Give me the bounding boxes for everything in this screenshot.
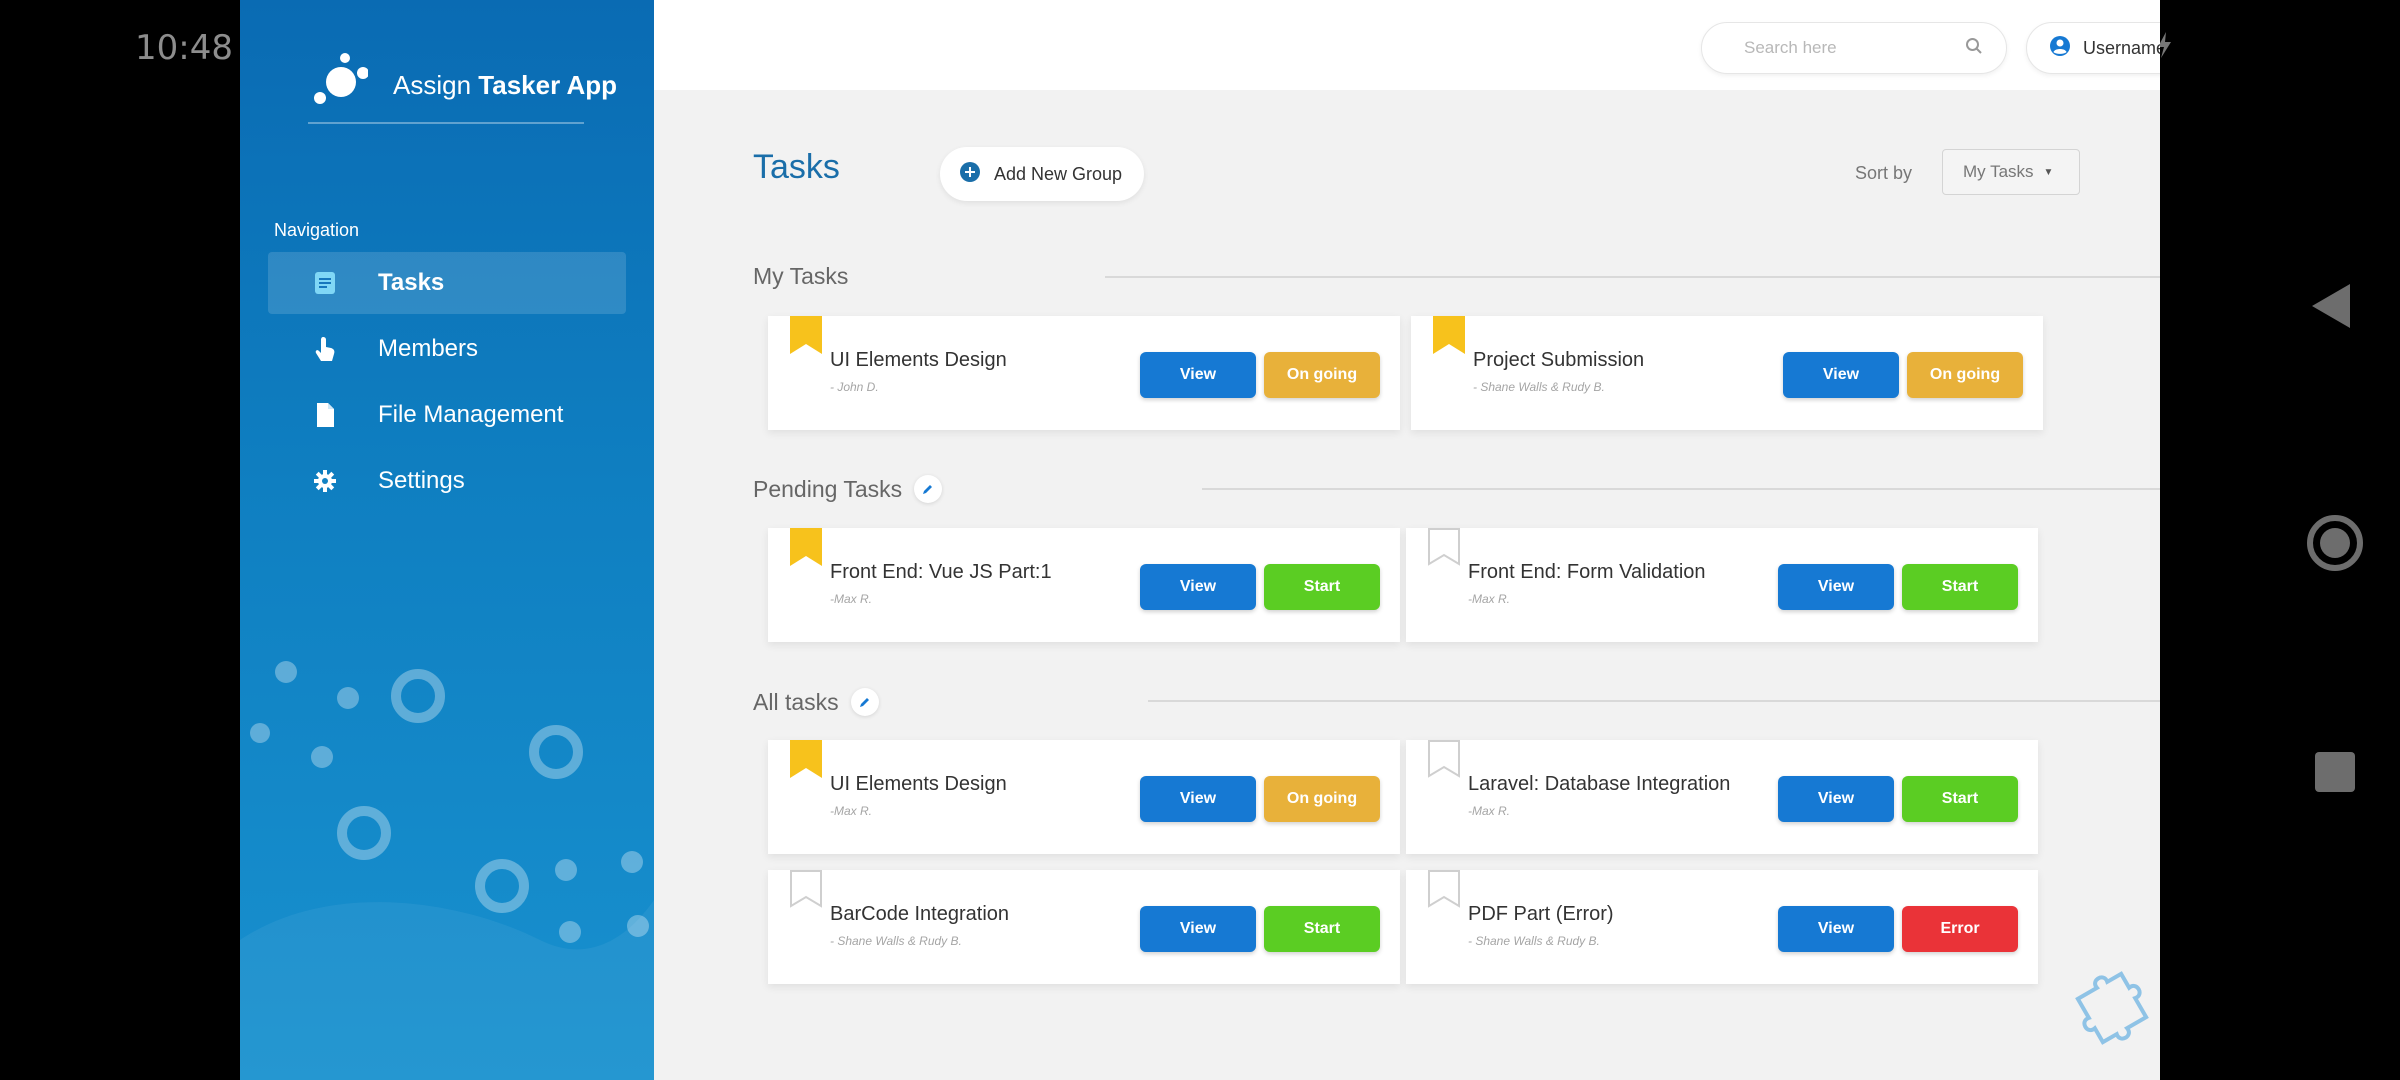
task-card[interactable]: Front End: Vue JS Part:1 -Max R. View St… xyxy=(768,528,1400,642)
start-button[interactable]: Start xyxy=(1902,564,2018,610)
user-icon xyxy=(2049,35,2071,62)
sidebar-item-members[interactable]: Members xyxy=(268,318,626,380)
pencil-icon[interactable] xyxy=(850,688,879,716)
task-card[interactable]: UI Elements Design - John D. View On goi… xyxy=(768,316,1400,430)
bookmark-outline-icon[interactable] xyxy=(1428,528,1460,566)
task-card[interactable]: UI Elements Design -Max R. View On going xyxy=(768,740,1400,854)
bookmark-filled-icon[interactable] xyxy=(790,528,822,566)
start-button[interactable]: Start xyxy=(1264,906,1380,952)
task-title: UI Elements Design xyxy=(830,773,1007,795)
add-new-group-button[interactable]: Add New Group xyxy=(940,147,1144,201)
task-card[interactable]: Laravel: Database Integration -Max R. Vi… xyxy=(1406,740,2038,854)
sidebar-item-label: File Management xyxy=(378,401,564,428)
caret-down-icon: ▼ xyxy=(2043,166,2054,178)
plus-circle-icon xyxy=(960,161,980,187)
section-divider xyxy=(1105,276,2160,278)
app-logo-icon xyxy=(314,53,368,104)
task-assignee: -Max R. xyxy=(1468,804,1510,818)
user-menu-button[interactable]: Username xyxy=(2026,22,2160,74)
section-title-label: Pending Tasks xyxy=(753,475,903,502)
task-title: Project Submission xyxy=(1473,349,1645,371)
android-home-inner xyxy=(2320,528,2350,558)
bookmark-outline-icon[interactable] xyxy=(1428,740,1460,778)
search-input[interactable] xyxy=(1744,38,1965,58)
section-title-my-tasks: My Tasks xyxy=(753,263,848,290)
bookmark-filled-icon[interactable] xyxy=(790,316,822,354)
task-card[interactable]: Project Submission - Shane Walls & Rudy … xyxy=(1411,316,2043,430)
section-divider xyxy=(1148,700,2160,702)
status-ongoing-button[interactable]: On going xyxy=(1264,776,1380,822)
page-title: Tasks xyxy=(753,148,840,186)
task-title: BarCode Integration xyxy=(830,903,1010,925)
task-assignee: - Shane Walls & Rudy B. xyxy=(830,934,962,948)
app-logo-text: Assign Tasker App xyxy=(393,70,617,100)
view-button[interactable]: View xyxy=(1778,906,1894,952)
task-assignee: -Max R. xyxy=(1468,592,1510,606)
file-icon xyxy=(310,402,340,428)
sidebar-item-label: Tasks xyxy=(378,269,445,296)
top-bar: Username xyxy=(654,0,2160,90)
sort-label: Sort by xyxy=(1855,163,1913,183)
section-title-label: My Tasks xyxy=(753,263,849,289)
decorative-bubbles xyxy=(240,661,654,1080)
status-ongoing-button[interactable]: On going xyxy=(1264,352,1380,398)
view-button[interactable]: View xyxy=(1140,776,1256,822)
android-recents-icon[interactable] xyxy=(2315,752,2355,792)
start-button[interactable]: Start xyxy=(1264,564,1380,610)
task-card[interactable]: BarCode Integration - Shane Walls & Rudy… xyxy=(768,870,1400,984)
task-title: PDF Part (Error) xyxy=(1468,903,1614,925)
task-assignee: - John D. xyxy=(830,380,879,394)
sidebar-item-settings[interactable]: Settings xyxy=(268,450,626,512)
username-label: Username xyxy=(2083,37,2160,58)
bookmark-outline-icon[interactable] xyxy=(1428,870,1460,908)
pencil-icon[interactable] xyxy=(914,475,943,503)
task-assignee: -Max R. xyxy=(830,804,872,818)
sort-value: My Tasks xyxy=(1963,162,2034,181)
tasks-icon xyxy=(310,271,340,295)
search-icon[interactable] xyxy=(1965,37,1983,60)
task-title: Front End: Form Validation xyxy=(1468,561,1706,583)
section-title-label: All tasks xyxy=(753,688,839,715)
view-button[interactable]: View xyxy=(1778,564,1894,610)
sidebar-item-label: Members xyxy=(378,335,479,362)
view-button[interactable]: View xyxy=(1778,776,1894,822)
search-box[interactable] xyxy=(1701,22,2007,74)
start-button[interactable]: Start xyxy=(1902,776,2018,822)
task-assignee: -Max R. xyxy=(830,592,872,606)
sort-dropdown[interactable]: My Tasks ▼ xyxy=(1942,149,2080,195)
section-divider xyxy=(1202,488,2160,490)
status-bar-time: 10:48 xyxy=(135,28,233,68)
task-title: UI Elements Design xyxy=(830,349,1007,371)
sidebar-item-file-management[interactable]: File Management xyxy=(268,384,626,446)
task-card[interactable]: Front End: Form Validation -Max R. View … xyxy=(1406,528,2038,642)
sidebar: Assign Tasker App Navigation Tasks Membe… xyxy=(240,0,654,1080)
view-button[interactable]: View xyxy=(1140,564,1256,610)
gear-icon xyxy=(310,469,340,493)
bookmark-filled-icon[interactable] xyxy=(1433,316,1465,354)
app-window: Assign Tasker App Navigation Tasks Membe… xyxy=(240,0,2160,1080)
view-button[interactable]: View xyxy=(1140,352,1256,398)
section-title-pending-tasks: Pending Tasks xyxy=(753,475,943,503)
logo-divider xyxy=(308,122,584,124)
sidebar-item-label: Settings xyxy=(378,467,465,494)
view-button[interactable]: View xyxy=(1783,352,1899,398)
bookmark-outline-icon[interactable] xyxy=(790,870,822,908)
status-ongoing-button[interactable]: On going xyxy=(1907,352,2023,398)
nav-caption: Navigation xyxy=(274,220,360,240)
puzzle-piece-icon xyxy=(2075,971,2149,1045)
android-back-icon[interactable] xyxy=(2310,282,2352,330)
bookmark-filled-icon[interactable] xyxy=(790,740,822,778)
task-assignee: - Shane Walls & Rudy B. xyxy=(1473,380,1605,394)
members-icon xyxy=(310,335,340,363)
android-home-icon[interactable] xyxy=(2307,515,2363,571)
error-button[interactable]: Error xyxy=(1902,906,2018,952)
view-button[interactable]: View xyxy=(1140,906,1256,952)
task-title: Front End: Vue JS Part:1 xyxy=(830,561,1052,583)
section-title-all-tasks: All tasks xyxy=(753,688,879,716)
add-new-group-label: Add New Group xyxy=(994,163,1123,184)
task-card[interactable]: PDF Part (Error) - Shane Walls & Rudy B.… xyxy=(1406,870,2038,984)
sidebar-item-tasks[interactable]: Tasks xyxy=(268,252,626,314)
task-title: Laravel: Database Integration xyxy=(1468,773,1731,795)
task-assignee: - Shane Walls & Rudy B. xyxy=(1468,934,1600,948)
